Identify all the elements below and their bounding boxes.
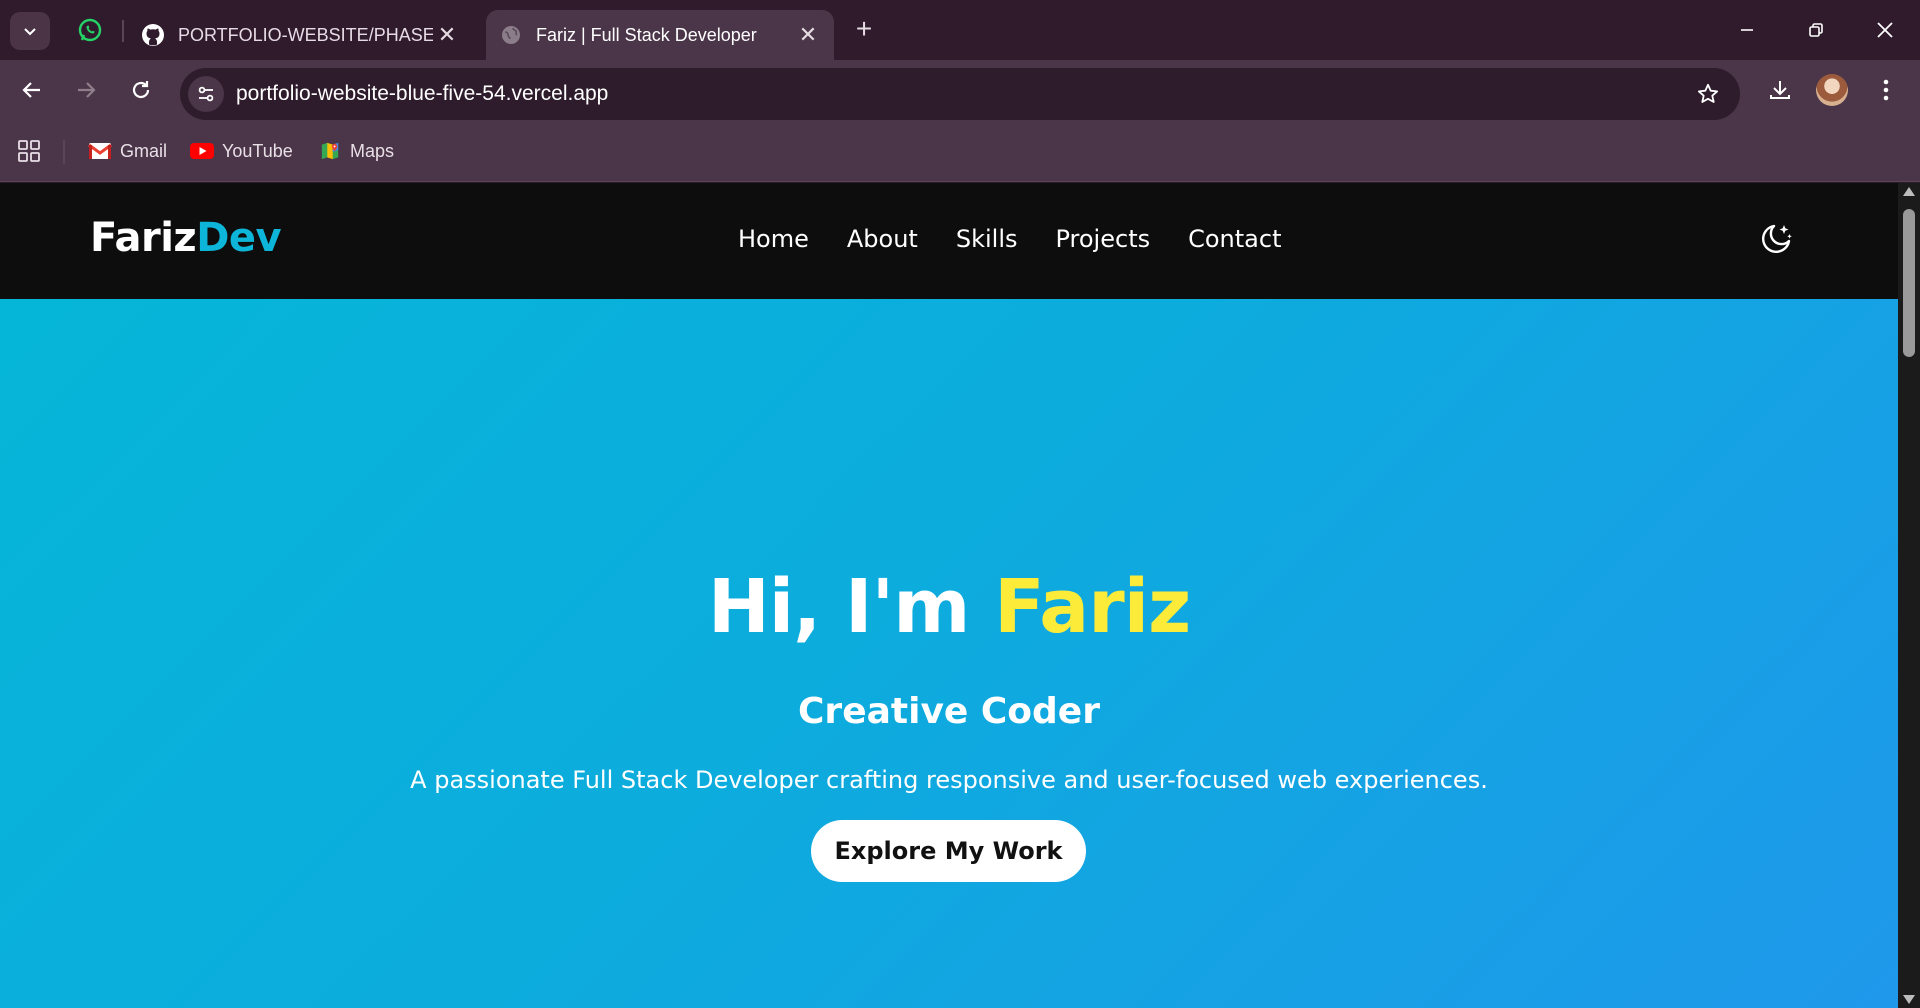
more-vertical-icon bbox=[1883, 79, 1889, 101]
url-text[interactable]: portfolio-website-blue-five-54.vercel.ap… bbox=[236, 82, 608, 106]
bookmark-star-icon[interactable] bbox=[1694, 80, 1722, 108]
tab-title: PORTFOLIO-WEBSITE/PHASE 5/ bbox=[178, 24, 433, 45]
hero-role: Creative Coder bbox=[798, 691, 1100, 732]
page-viewport: FarizDev Home About Skills Projects Cont… bbox=[0, 183, 1898, 1008]
tab-github[interactable]: PORTFOLIO-WEBSITE/PHASE 5/ ✕ bbox=[128, 10, 473, 60]
bookmark-label: YouTube bbox=[222, 140, 293, 161]
new-tab-button[interactable]: + bbox=[848, 14, 880, 46]
browser-toolbar: portfolio-website-blue-five-54.vercel.ap… bbox=[0, 60, 1920, 120]
logo-main: Fariz bbox=[90, 215, 197, 261]
site-navbar: FarizDev Home About Skills Projects Cont… bbox=[0, 183, 1898, 299]
download-icon bbox=[1770, 81, 1790, 99]
nav-link-projects[interactable]: Projects bbox=[1055, 225, 1150, 253]
arrow-left-icon bbox=[22, 82, 40, 98]
pinned-tab-whatsapp[interactable] bbox=[70, 10, 110, 50]
hero-description: A passionate Full Stack Developer crafti… bbox=[410, 766, 1488, 794]
nav-link-skills[interactable]: Skills bbox=[956, 225, 1018, 253]
profile-avatar[interactable] bbox=[1816, 74, 1848, 106]
whatsapp-icon bbox=[78, 18, 102, 42]
address-bar[interactable]: portfolio-website-blue-five-54.vercel.ap… bbox=[180, 68, 1740, 120]
gmail-icon bbox=[88, 143, 112, 159]
github-icon bbox=[140, 22, 166, 48]
explore-work-button[interactable]: Explore My Work bbox=[811, 820, 1086, 882]
close-tab-icon[interactable]: ✕ bbox=[433, 21, 461, 49]
moon-stars-icon bbox=[1761, 224, 1792, 254]
browser-menu-button[interactable] bbox=[1868, 72, 1904, 108]
forward-button[interactable] bbox=[66, 70, 106, 110]
hero-title: Hi, I'm Fariz bbox=[0, 564, 1898, 650]
close-tab-icon[interactable]: ✕ bbox=[794, 21, 822, 49]
apps-button[interactable] bbox=[18, 138, 40, 164]
page-scrollbar[interactable] bbox=[1898, 183, 1920, 1008]
tab-portfolio[interactable]: Fariz | Full Stack Developer ✕ bbox=[486, 10, 834, 60]
site-logo[interactable]: FarizDev bbox=[90, 215, 282, 261]
bookmark-youtube[interactable]: YouTube bbox=[190, 138, 293, 164]
hero-greeting: Hi, I'm bbox=[707, 564, 995, 650]
bookmark-gmail[interactable]: Gmail bbox=[88, 138, 167, 164]
site-menu: Home About Skills Projects Contact bbox=[738, 225, 1281, 253]
tune-icon bbox=[198, 86, 214, 102]
hero-name: Fariz bbox=[994, 564, 1191, 650]
bookmark-label: Maps bbox=[350, 140, 395, 161]
bookmarks-bar: Gmail YouTube Maps bbox=[0, 120, 1920, 182]
close-icon bbox=[1877, 22, 1893, 38]
logo-accent: Dev bbox=[196, 215, 282, 261]
restore-icon bbox=[1809, 23, 1823, 37]
youtube-icon bbox=[190, 143, 214, 159]
arrow-right-icon bbox=[78, 82, 96, 98]
tab-search-button[interactable] bbox=[10, 12, 50, 50]
minimize-icon bbox=[1741, 29, 1753, 31]
scrollbar-thumb[interactable] bbox=[1903, 209, 1915, 357]
nav-link-home[interactable]: Home bbox=[738, 225, 809, 253]
minimize-button[interactable] bbox=[1724, 10, 1770, 50]
tab-strip: PORTFOLIO-WEBSITE/PHASE 5/ ✕ Fariz | Ful… bbox=[0, 0, 1920, 60]
reload-icon bbox=[132, 81, 150, 99]
tab-separator bbox=[122, 20, 124, 42]
restore-button[interactable] bbox=[1793, 10, 1839, 50]
apps-grid-icon bbox=[18, 140, 40, 162]
scroll-up-arrow[interactable] bbox=[1903, 187, 1915, 196]
theme-toggle-button[interactable] bbox=[1756, 219, 1796, 259]
scroll-down-arrow[interactable] bbox=[1903, 995, 1915, 1004]
nav-link-about[interactable]: About bbox=[847, 225, 918, 253]
hero-section: Hi, I'm Fariz Creative Coder A passionat… bbox=[0, 299, 1898, 1008]
tab-title: Fariz | Full Stack Developer bbox=[536, 24, 757, 45]
globe-icon bbox=[498, 22, 524, 48]
reload-button[interactable] bbox=[121, 70, 161, 110]
back-button[interactable] bbox=[12, 70, 52, 110]
bookmark-label: Gmail bbox=[120, 140, 168, 161]
nav-link-contact[interactable]: Contact bbox=[1188, 225, 1281, 253]
downloads-button[interactable] bbox=[1762, 72, 1798, 108]
chevron-down-icon bbox=[24, 28, 36, 36]
site-info-button[interactable] bbox=[188, 76, 224, 112]
maps-icon bbox=[321, 142, 339, 160]
bookmark-maps[interactable]: Maps bbox=[318, 138, 394, 164]
close-window-button[interactable] bbox=[1862, 10, 1908, 50]
bookmark-separator bbox=[63, 140, 65, 164]
